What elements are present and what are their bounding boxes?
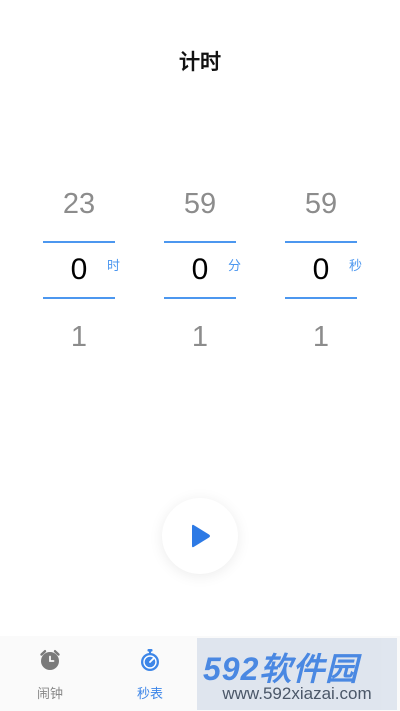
tab-stopwatch-label: 秒表 (136, 687, 163, 702)
hours-unit-label: 时 (107, 259, 121, 274)
minutes-next-value[interactable]: 1 (150, 321, 250, 354)
seconds-top-divider (285, 241, 357, 243)
alarm-clock-icon (40, 650, 60, 670)
page-title: 计时 (179, 50, 221, 74)
tab-alarm[interactable]: 闹钟 (0, 636, 100, 711)
stopwatch-icon (141, 649, 159, 671)
tab-stopwatch[interactable]: 秒表 (100, 636, 200, 711)
play-icon (192, 524, 210, 548)
seconds-unit-label: 秒 (349, 259, 363, 274)
watermark-banner: 592软件园 www.592xiazai.com (197, 638, 397, 710)
start-button[interactable] (162, 498, 238, 574)
minutes-prev-value[interactable]: 59 (150, 188, 250, 221)
seconds-picker[interactable]: 59 0 秒 1 (271, 180, 371, 360)
hours-prev-value[interactable]: 23 (29, 188, 129, 221)
seconds-prev-value[interactable]: 59 (271, 188, 371, 221)
seconds-bottom-divider (285, 297, 357, 299)
hours-bottom-divider (43, 297, 115, 299)
minutes-picker[interactable]: 59 0 分 1 (150, 180, 250, 360)
minutes-bottom-divider (164, 297, 236, 299)
minutes-top-divider (164, 241, 236, 243)
minutes-unit-label: 分 (228, 259, 242, 274)
hours-picker[interactable]: 23 0 时 1 (29, 180, 129, 360)
tab-alarm-label: 闹钟 (36, 687, 63, 702)
watermark-url: www.592xiazai.com (222, 684, 372, 703)
seconds-next-value[interactable]: 1 (271, 321, 371, 354)
hours-top-divider (43, 241, 115, 243)
hours-next-value[interactable]: 1 (29, 321, 129, 354)
